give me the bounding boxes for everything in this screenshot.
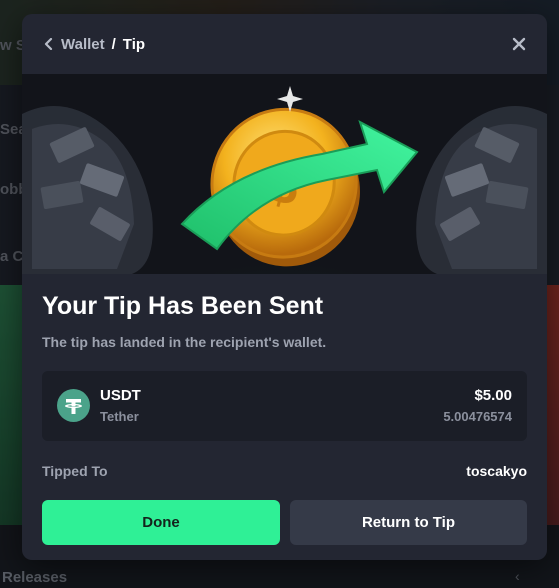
tip-usd-value: $5.00 [474, 387, 512, 404]
tip-sent-modal: Wallet / Tip Your Tip Has Been Sent The … [22, 14, 547, 560]
coin-name: Tether [100, 409, 139, 424]
tipped-to-label: Tipped To [42, 463, 108, 479]
tip-amount-card: USDT Tether $5.00 5.00476574 [42, 371, 527, 441]
tip-coin-amount: 5.00476574 [443, 409, 512, 424]
tether-icon [57, 389, 90, 422]
modal-title: Your Tip Has Been Sent [42, 292, 324, 320]
chevron-left-icon[interactable] [42, 37, 56, 51]
close-icon[interactable] [511, 36, 527, 52]
done-button[interactable]: Done [42, 500, 280, 545]
coin-symbol: USDT [100, 387, 141, 404]
breadcrumb-current: Tip [122, 35, 146, 53]
tip-sent-illustration: $ [22, 74, 547, 274]
tipped-to-username: toscakyo [466, 463, 527, 479]
breadcrumb-separator: / [111, 35, 116, 53]
return-to-tip-button[interactable]: Return to Tip [290, 500, 527, 545]
modal-header: Wallet / Tip [22, 14, 547, 74]
breadcrumb-wallet[interactable]: Wallet [61, 36, 105, 53]
modal-subtitle: The tip has landed in the recipient's wa… [42, 334, 327, 350]
